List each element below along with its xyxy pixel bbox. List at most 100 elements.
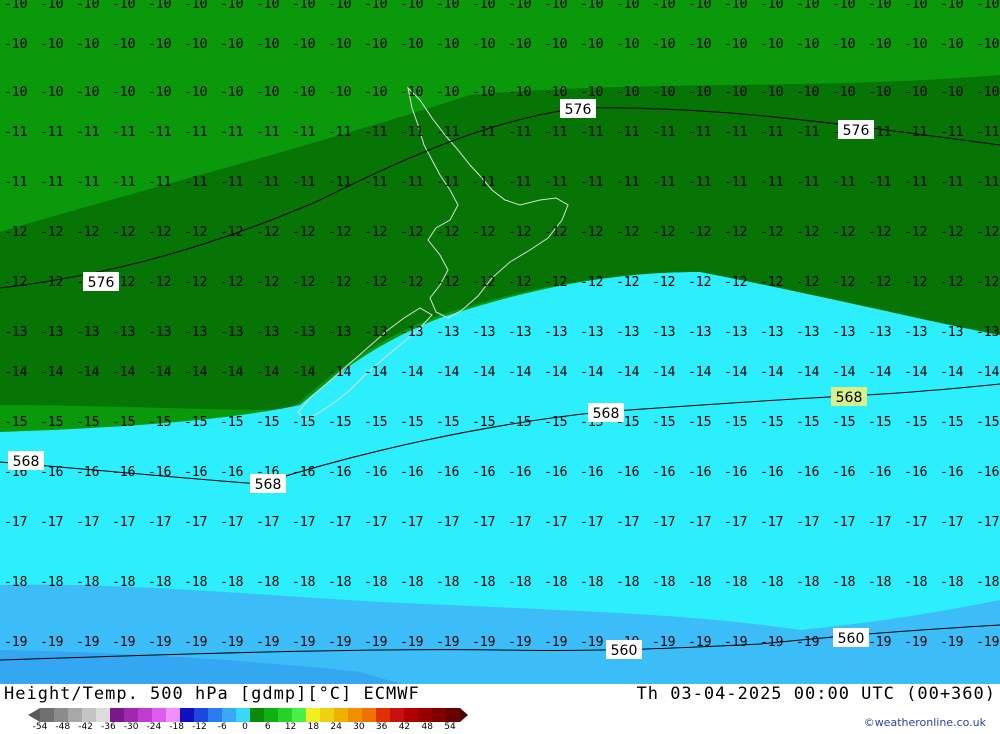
temperature-value: -10 xyxy=(724,0,747,12)
temperature-value: -10 xyxy=(220,0,243,12)
temperature-value: -19 xyxy=(688,635,711,650)
temperature-value: -10 xyxy=(832,85,855,100)
temperature-value: -18 xyxy=(832,575,855,590)
temperature-value: -11 xyxy=(4,125,27,140)
temperature-value: -14 xyxy=(328,365,352,380)
temperature-value: -14 xyxy=(220,365,244,380)
temperature-value: -19 xyxy=(112,635,135,650)
temperature-value: -12 xyxy=(472,275,495,290)
temperature-value: -10 xyxy=(652,0,675,12)
temperature-value: -11 xyxy=(688,175,711,190)
temperature-value: -11 xyxy=(580,175,603,190)
credit-link[interactable]: ©weatheronline.co.uk xyxy=(864,716,986,729)
temperature-value: -12 xyxy=(652,225,675,240)
temperature-value: -18 xyxy=(868,575,891,590)
temperature-value: -15 xyxy=(220,415,243,430)
temperature-value: -13 xyxy=(544,325,567,340)
temperature-value: -11 xyxy=(652,175,675,190)
temperature-value: -11 xyxy=(76,175,99,190)
temperature-value: -13 xyxy=(904,325,927,340)
svg-text:576: 576 xyxy=(565,102,592,118)
temperature-value: -10 xyxy=(508,37,531,52)
temperature-value: -15 xyxy=(868,415,891,430)
temperature-value: -11 xyxy=(220,175,243,190)
temperature-value: -10 xyxy=(508,0,531,12)
temperature-value: -13 xyxy=(580,325,603,340)
legend-swatch xyxy=(54,708,69,722)
temperature-value: -12 xyxy=(688,275,711,290)
temperature-value: -18 xyxy=(724,575,747,590)
temperature-value: -16 xyxy=(400,465,423,480)
temperature-value: -12 xyxy=(724,275,747,290)
temperature-value: -12 xyxy=(256,225,279,240)
temperature-value: -10 xyxy=(76,85,99,100)
temperature-value: -17 xyxy=(256,515,279,530)
temperature-value: -16 xyxy=(220,465,243,480)
temperature-value: -11 xyxy=(868,175,891,190)
temperature-value: -17 xyxy=(184,515,207,530)
temperature-value: -10 xyxy=(904,0,927,12)
temperature-value: -13 xyxy=(112,325,135,340)
temperature-value: -19 xyxy=(436,635,459,650)
temperature-value: -10 xyxy=(472,0,495,12)
temperature-value: -10 xyxy=(760,0,783,12)
temperature-value: -11 xyxy=(796,175,819,190)
weather-map: -10 -10 -10 -10 -10 -10 -10 -10 -10 -10 -10 -10 -10-… xyxy=(0,0,1000,708)
temperature-value: -10 xyxy=(220,85,243,100)
temperature-value: -19 xyxy=(544,635,567,650)
temperature-value: -10 xyxy=(220,37,243,52)
temperature-value: -13 xyxy=(400,325,423,340)
temperature-value: -16 xyxy=(544,465,567,480)
isohypse-label: 568 xyxy=(588,403,624,422)
temperature-value: -11 xyxy=(328,125,351,140)
temperature-value: -10 xyxy=(616,37,639,52)
legend-swatch xyxy=(68,708,83,722)
temperature-value: -11 xyxy=(472,175,495,190)
temperature-value: -18 xyxy=(76,575,99,590)
temperature-value: -16 xyxy=(652,465,675,480)
temperature-value: -14 xyxy=(976,365,1000,380)
legend-tick: -48 xyxy=(55,722,71,732)
temperature-value: -12 xyxy=(40,225,63,240)
temperature-value: -11 xyxy=(580,125,603,140)
temperature-value: -10 xyxy=(292,85,315,100)
temperature-value: -12 xyxy=(508,225,531,240)
legend-swatch xyxy=(152,708,167,722)
temperature-value: -12 xyxy=(184,275,207,290)
temperature-value: -14 xyxy=(940,365,964,380)
temperature-value: -15 xyxy=(760,415,783,430)
temperature-value: -14 xyxy=(472,365,496,380)
color-legend xyxy=(28,708,468,722)
legend-swatch xyxy=(432,708,447,722)
temperature-value: -12 xyxy=(796,275,819,290)
temperature-value: -10 xyxy=(544,37,567,52)
temperature-value: -10 xyxy=(40,85,63,100)
isohypse-label: 576 xyxy=(560,99,596,118)
temperature-value: -17 xyxy=(292,515,315,530)
temperature-value: -11 xyxy=(256,175,279,190)
temperature-value: -19 xyxy=(580,635,603,650)
temperature-value: -10 xyxy=(436,85,459,100)
temperature-value: -11 xyxy=(40,175,63,190)
temperature-value: -15 xyxy=(940,415,963,430)
temperature-value: -10 xyxy=(832,37,855,52)
legend-swatch xyxy=(404,708,419,722)
temperature-value: -14 xyxy=(580,365,604,380)
temperature-value: -16 xyxy=(436,465,459,480)
temperature-value: -12 xyxy=(544,225,567,240)
temperature-value: -10 xyxy=(760,37,783,52)
temperature-value: -12 xyxy=(760,225,783,240)
temperature-value: -14 xyxy=(4,365,28,380)
temperature-value: -10 xyxy=(868,0,891,12)
temperature-value: -15 xyxy=(112,415,135,430)
temperature-value: -19 xyxy=(40,635,63,650)
temperature-value: -11 xyxy=(724,125,747,140)
temperature-value: -10 xyxy=(472,85,495,100)
temperature-value: -12 xyxy=(328,225,351,240)
temperature-value: -13 xyxy=(976,325,999,340)
temperature-value: -19 xyxy=(256,635,279,650)
temperature-value: -15 xyxy=(292,415,315,430)
temperature-value: -11 xyxy=(904,125,927,140)
temperature-value: -18 xyxy=(688,575,711,590)
temperature-value: -18 xyxy=(760,575,783,590)
